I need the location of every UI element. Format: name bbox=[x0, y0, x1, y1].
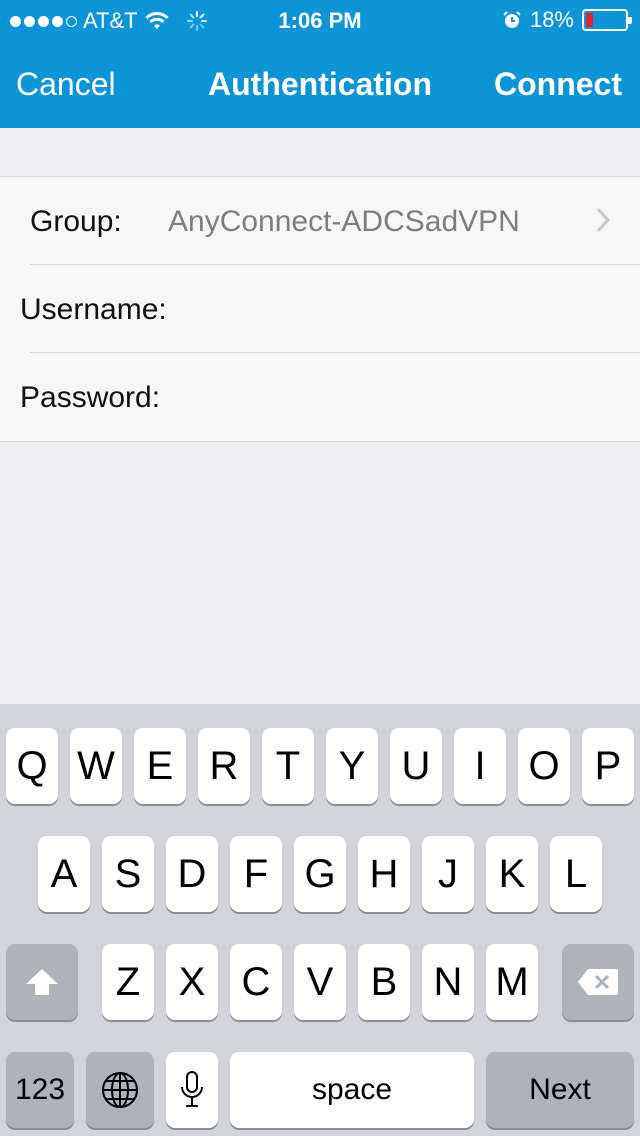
next-key[interactable]: Next bbox=[486, 1052, 634, 1128]
numbers-key[interactable]: 123 bbox=[6, 1052, 74, 1128]
key-c[interactable]: C bbox=[230, 944, 282, 1020]
key-u[interactable]: U bbox=[390, 728, 442, 804]
key-l[interactable]: L bbox=[550, 836, 602, 912]
password-label: Password: bbox=[20, 381, 161, 414]
key-w[interactable]: W bbox=[70, 728, 122, 804]
key-i[interactable]: I bbox=[454, 728, 506, 804]
status-bar: AT&T 1:06 PM 18% bbox=[0, 0, 640, 40]
microphone-icon bbox=[181, 1071, 203, 1107]
key-t[interactable]: T bbox=[262, 728, 314, 804]
key-r[interactable]: R bbox=[198, 728, 250, 804]
key-z[interactable]: Z bbox=[102, 944, 154, 1020]
delete-backward-icon bbox=[578, 969, 618, 995]
key-h[interactable]: H bbox=[358, 836, 410, 912]
battery-icon bbox=[582, 9, 632, 31]
key-s[interactable]: S bbox=[102, 836, 154, 912]
username-label: Username: bbox=[20, 293, 167, 326]
keyboard: Q W E R T Y U I O P A S D F G H J K L Z … bbox=[0, 704, 640, 1136]
backspace-key[interactable] bbox=[562, 944, 634, 1020]
key-b[interactable]: B bbox=[358, 944, 410, 1020]
group-value: AnyConnect-ADCSadVPN bbox=[168, 205, 520, 238]
status-right: 18% bbox=[502, 7, 632, 33]
key-y[interactable]: Y bbox=[326, 728, 378, 804]
key-k[interactable]: K bbox=[486, 836, 538, 912]
shift-arrow-icon bbox=[26, 969, 58, 995]
password-row[interactable]: Password: bbox=[0, 353, 640, 441]
key-j[interactable]: J bbox=[422, 836, 474, 912]
key-p[interactable]: P bbox=[582, 728, 634, 804]
key-x[interactable]: X bbox=[166, 944, 218, 1020]
key-v[interactable]: V bbox=[294, 944, 346, 1020]
key-g[interactable]: G bbox=[294, 836, 346, 912]
shift-key[interactable] bbox=[6, 944, 78, 1020]
username-row[interactable]: Username: bbox=[0, 265, 640, 353]
group-row[interactable]: Group: AnyConnect-ADCSadVPN bbox=[0, 177, 640, 265]
key-e[interactable]: E bbox=[134, 728, 186, 804]
space-key[interactable]: space bbox=[230, 1052, 474, 1128]
key-o[interactable]: O bbox=[518, 728, 570, 804]
key-n[interactable]: N bbox=[422, 944, 474, 1020]
battery-percent: 18% bbox=[529, 7, 574, 32]
dictation-key[interactable] bbox=[166, 1052, 218, 1128]
authentication-form: Group: AnyConnect-ADCSadVPN Username: Pa… bbox=[0, 176, 640, 442]
globe-key[interactable] bbox=[86, 1052, 154, 1128]
chevron-right-icon bbox=[596, 207, 610, 233]
key-q[interactable]: Q bbox=[6, 728, 58, 804]
nav-bar: Cancel Authentication Connect bbox=[0, 40, 640, 128]
connect-button[interactable]: Connect bbox=[494, 66, 622, 103]
alarm-clock-icon bbox=[503, 11, 521, 28]
group-label: Group: bbox=[30, 205, 122, 238]
key-f[interactable]: F bbox=[230, 836, 282, 912]
key-m[interactable]: M bbox=[486, 944, 538, 1020]
key-d[interactable]: D bbox=[166, 836, 218, 912]
globe-icon bbox=[102, 1072, 138, 1108]
key-a[interactable]: A bbox=[38, 836, 90, 912]
